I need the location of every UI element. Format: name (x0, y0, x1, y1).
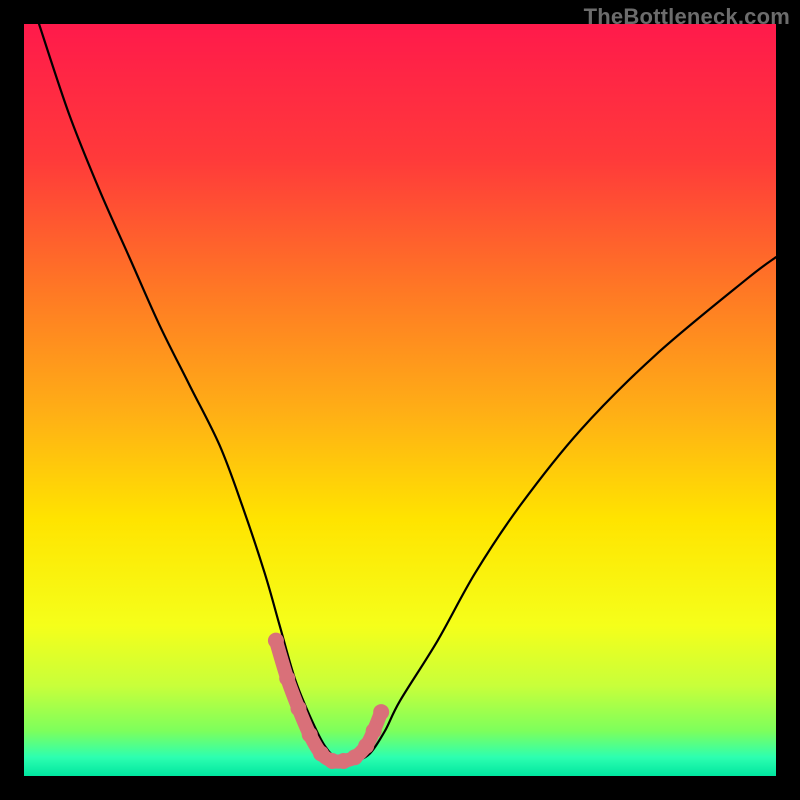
watermark-text: TheBottleneck.com (584, 4, 790, 30)
bottleneck-curve (39, 24, 776, 762)
chart-curves (24, 24, 776, 776)
chart-plot-area (24, 24, 776, 776)
